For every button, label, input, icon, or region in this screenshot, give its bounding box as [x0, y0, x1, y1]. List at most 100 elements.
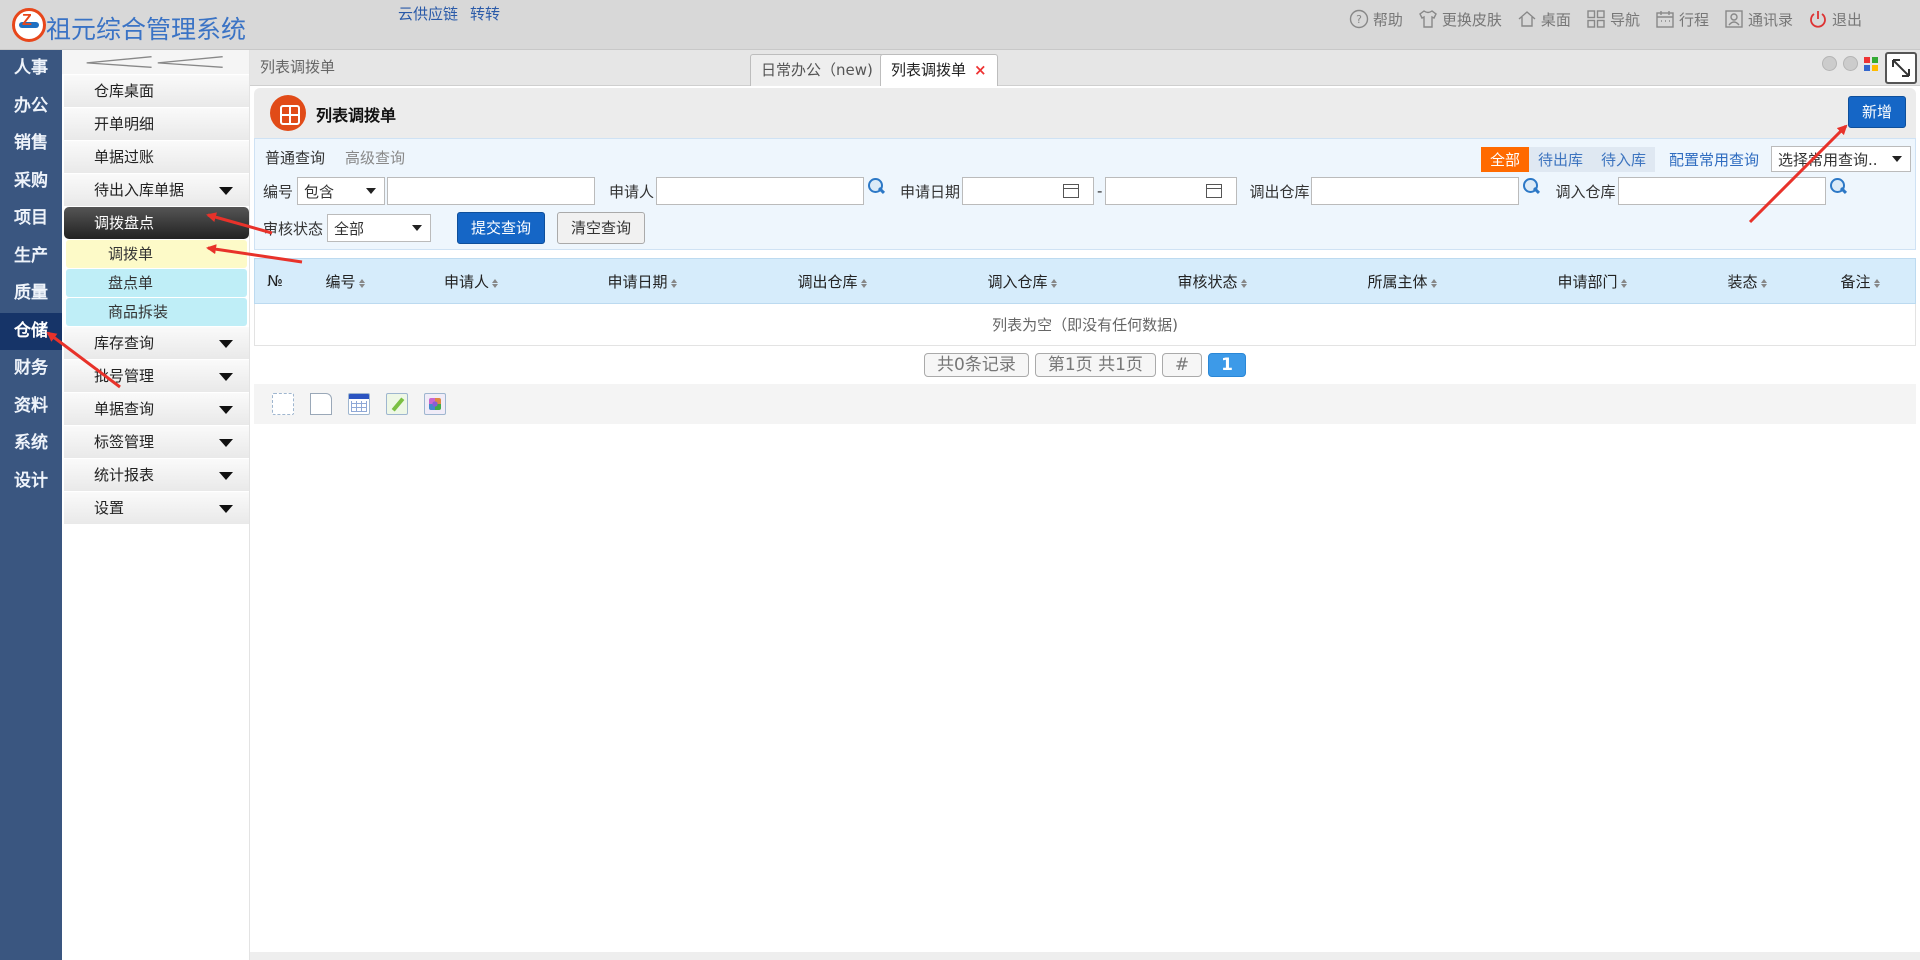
search-row-1: 编号 包含 申请人 申请日期 - 调出仓库 调入仓库	[263, 177, 1848, 205]
submenu-stock-query[interactable]: 库存查询	[64, 327, 249, 359]
schedule-button[interactable]: 行程	[1654, 8, 1709, 30]
nav-item-data[interactable]: 资料	[0, 388, 62, 426]
add-button[interactable]: 新增	[1848, 96, 1906, 128]
tab-daily-office[interactable]: 日常办公（new)	[750, 54, 884, 86]
document-icon[interactable]	[310, 393, 332, 415]
submenu-settings[interactable]: 设置	[64, 492, 249, 524]
filter-pending-out[interactable]: 待出库	[1528, 146, 1592, 172]
submenu-product-assembly[interactable]: 商品拆装	[66, 298, 247, 326]
filter-all[interactable]: 全部	[1480, 146, 1529, 172]
code-input[interactable]	[387, 177, 596, 205]
col-code[interactable]: 编号	[295, 271, 395, 292]
chevron-down-icon	[412, 225, 423, 231]
nav-item-project[interactable]: 项目	[0, 200, 62, 238]
col-state[interactable]: 装态	[1687, 271, 1807, 292]
clear-query-button[interactable]: 清空查询	[557, 212, 646, 244]
submenu-transfer-inventory[interactable]: 调拨盘点	[64, 207, 249, 239]
applicant-input[interactable]	[656, 177, 865, 205]
panel-header: 列表调拨单 新增	[254, 88, 1916, 138]
link-zhuanzhuan[interactable]: 转转	[470, 3, 500, 24]
audit-status-select[interactable]: 全部	[327, 214, 432, 242]
calendar-icon	[1656, 11, 1674, 28]
submenu-label: 调拨盘点	[94, 214, 155, 232]
footer-bar	[250, 952, 1920, 960]
page-info: 第1页 共1页	[1034, 353, 1156, 377]
col-label: 调入仓库	[987, 272, 1048, 291]
nav-item-system[interactable]: 系统	[0, 425, 62, 463]
in-warehouse-search-icon[interactable]	[1829, 178, 1848, 196]
col-applicant[interactable]: 申请人	[395, 271, 547, 292]
submenu-batch-mgmt[interactable]: 批号管理	[64, 360, 249, 392]
tab-next-icon[interactable]	[1843, 56, 1858, 71]
nav-item-warehouse[interactable]: 仓储	[0, 312, 62, 350]
table-icon[interactable]	[348, 393, 370, 415]
common-query-select[interactable]: 选择常用查询..	[1771, 146, 1911, 172]
tab-transfer-list[interactable]: 列表调拨单 ×	[880, 54, 998, 86]
tab-normal-query[interactable]: 普通查询	[265, 147, 325, 168]
submenu-order-details[interactable]: 开单明细	[64, 108, 249, 140]
nav-item-hr[interactable]: 人事	[0, 50, 62, 88]
submenu-label-mgmt[interactable]: 标签管理	[64, 426, 249, 458]
tab-advanced-query[interactable]: 高级查询	[345, 147, 405, 168]
tab-prev-icon[interactable]	[1822, 56, 1837, 71]
nav-item-finance[interactable]: 财务	[0, 350, 62, 388]
config-common-query-link[interactable]: 配置常用查询	[1669, 149, 1759, 170]
close-tab-icon[interactable]: ×	[974, 61, 987, 79]
edit-icon[interactable]	[386, 393, 408, 415]
puzzle-icon[interactable]	[424, 393, 446, 415]
help-button[interactable]: ? 帮助	[1348, 8, 1403, 30]
desktop-button[interactable]: 桌面	[1516, 8, 1571, 30]
submenu-transfer-order[interactable]: 调拨单	[66, 240, 247, 268]
calendar-icon[interactable]	[1063, 184, 1080, 198]
col-remark[interactable]: 备注	[1807, 271, 1913, 292]
submit-query-button[interactable]: 提交查询	[457, 212, 546, 244]
applicant-search-icon[interactable]	[868, 178, 886, 196]
calendar-icon[interactable]	[1206, 184, 1223, 198]
col-out-warehouse[interactable]: 调出仓库	[737, 271, 927, 292]
nav-item-sales[interactable]: 销售	[0, 125, 62, 163]
filter-pending-in[interactable]: 待入库	[1591, 146, 1655, 172]
logout-button[interactable]: 退出	[1807, 8, 1862, 30]
col-apply-date[interactable]: 申请日期	[547, 271, 737, 292]
in-warehouse-input[interactable]	[1617, 177, 1826, 205]
help-label: 帮助	[1372, 10, 1403, 29]
submenu-reports[interactable]: 统计报表	[64, 459, 249, 491]
col-in-warehouse[interactable]: 调入仓库	[927, 271, 1117, 292]
sort-icon	[358, 278, 365, 288]
submenu-doc-query[interactable]: 单据查询	[64, 393, 249, 425]
submenu-pending-io[interactable]: 待出入库单据	[64, 174, 249, 206]
tab-grid-icon[interactable]	[1864, 56, 1878, 71]
nav-item-quality[interactable]: 质量	[0, 275, 62, 313]
col-label: 装态	[1727, 272, 1758, 291]
navigation-button[interactable]: 导航	[1585, 8, 1640, 30]
nav-item-purchase[interactable]: 采购	[0, 163, 62, 201]
page-1-button[interactable]: 1	[1208, 353, 1246, 377]
sort-icon	[860, 278, 867, 288]
nav-item-design[interactable]: 设计	[0, 463, 62, 501]
col-department[interactable]: 申请部门	[1497, 271, 1687, 292]
col-audit-status[interactable]: 审核状态	[1117, 271, 1307, 292]
out-warehouse-input[interactable]	[1311, 177, 1520, 205]
submenu-stocktake-order[interactable]: 盘点单	[66, 269, 247, 297]
code-operator-select[interactable]: 包含	[297, 177, 386, 205]
date-end-input[interactable]	[1105, 177, 1238, 205]
contacts-button[interactable]: 通讯录	[1723, 8, 1793, 30]
sort-icon	[670, 278, 677, 288]
contacts-label: 通讯录	[1747, 10, 1793, 29]
nav-item-production[interactable]: 生产	[0, 238, 62, 276]
collapse-menu-button[interactable]	[62, 50, 249, 74]
submenu-label: 开单明细	[94, 115, 155, 133]
date-start-input[interactable]	[962, 177, 1095, 205]
nav-icon	[1587, 10, 1605, 28]
submenu-posting[interactable]: 单据过账	[64, 141, 249, 173]
out-warehouse-search-icon[interactable]	[1523, 178, 1541, 196]
page-jump-button[interactable]: #	[1161, 353, 1203, 377]
link-cloud-supply[interactable]: 云供应链	[398, 3, 458, 24]
change-skin-button[interactable]: 更换皮肤	[1417, 8, 1502, 30]
nav-item-office[interactable]: 办公	[0, 88, 62, 126]
page-title: 列表调拨单	[316, 106, 397, 125]
submenu-warehouse-desktop[interactable]: 仓库桌面	[64, 75, 249, 107]
select-icon[interactable]	[272, 393, 294, 415]
maximize-button[interactable]	[1885, 52, 1917, 84]
col-entity[interactable]: 所属主体	[1307, 271, 1497, 292]
